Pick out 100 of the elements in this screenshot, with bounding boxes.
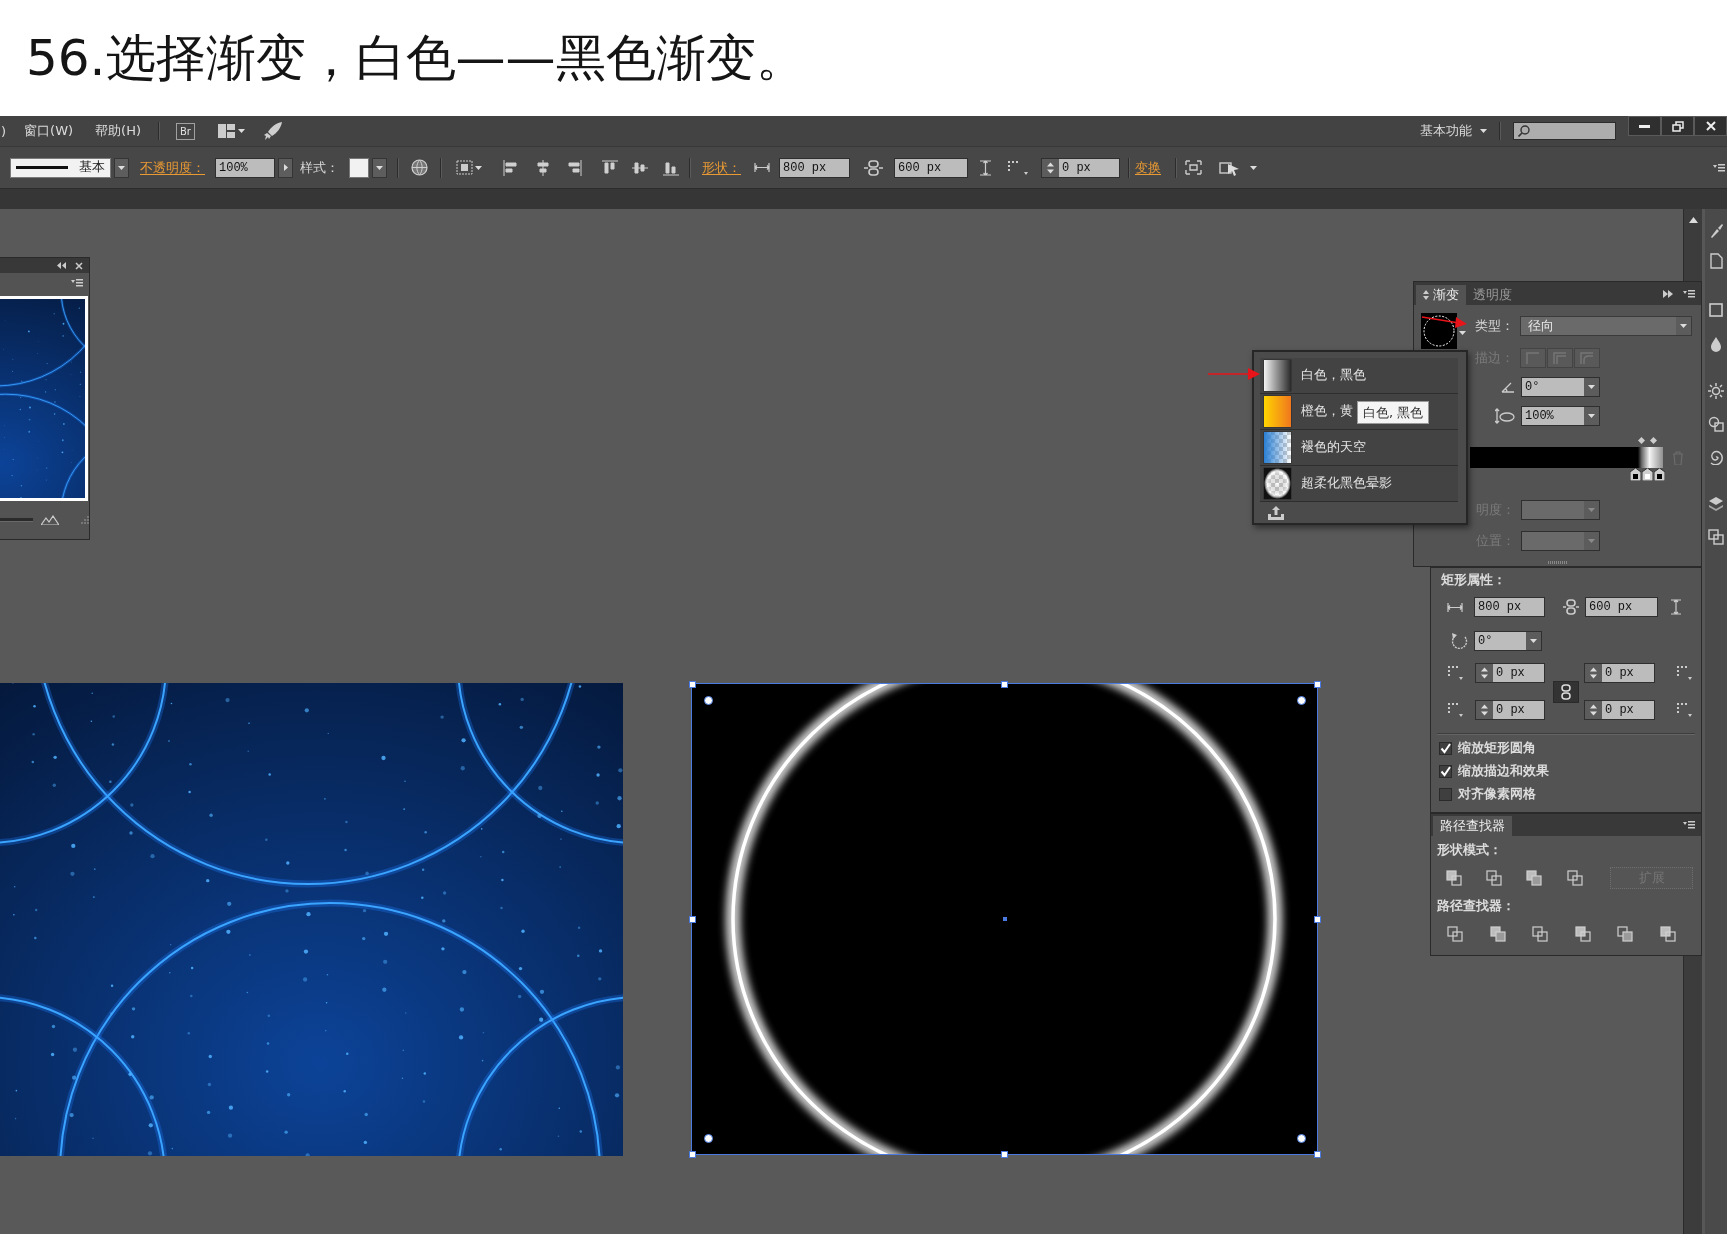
angle-field[interactable]: 0° (1521, 377, 1600, 397)
link-icon[interactable] (1563, 599, 1579, 615)
opacity-link[interactable]: 不透明度： (140, 158, 205, 177)
align-bottom-icon[interactable] (663, 159, 679, 176)
menu-item[interactable]: 帮助(H) (95, 122, 141, 140)
selection-handle[interactable] (1313, 915, 1321, 923)
link-icon[interactable] (864, 159, 883, 176)
align-grid-icon[interactable] (456, 160, 473, 175)
spiral-icon[interactable] (1708, 449, 1724, 465)
transform-link[interactable]: 变换 (1135, 158, 1161, 177)
aspect-ratio-field[interactable]: 100% (1521, 406, 1600, 426)
caret-icon[interactable] (1459, 331, 1466, 335)
spinner-icon[interactable] (1476, 701, 1493, 719)
tray-arrow-icon[interactable] (1268, 505, 1284, 520)
artboards-icon[interactable] (1708, 529, 1724, 545)
overlapping-squares-icon[interactable] (1447, 926, 1463, 942)
height-field[interactable]: 600 px (1585, 597, 1658, 617)
opacity-field[interactable]: 100% (215, 157, 275, 178)
restore-button[interactable] (1661, 116, 1694, 136)
corner-radius-field[interactable]: 0 px (1041, 157, 1120, 178)
panel-tab[interactable]: 透明度 (1466, 285, 1519, 305)
selected-ring-artwork[interactable] (688, 680, 1321, 1158)
gradient-preset-item[interactable]: 褪色的天空 (1260, 430, 1458, 466)
globe-icon[interactable] (411, 159, 428, 176)
overlapping-squares-icon[interactable] (1660, 926, 1676, 942)
overlapping-squares-icon[interactable] (1446, 870, 1462, 886)
selection-handle[interactable] (1001, 680, 1008, 688)
corner-radius-field[interactable]: 0 px (1475, 700, 1545, 720)
height-field[interactable]: 600 px (894, 157, 968, 178)
link-button[interactable] (1553, 680, 1579, 703)
up-arrow-icon[interactable] (1688, 217, 1698, 223)
spinner-icon[interactable] (1042, 158, 1059, 177)
corner-widget-icon[interactable] (1296, 1133, 1306, 1143)
brush-icon[interactable] (1708, 223, 1724, 239)
panel-menu-icon[interactable] (1683, 289, 1695, 298)
stroke-style-dropdown[interactable]: 基本 (10, 157, 111, 178)
menu-item[interactable]: ) (1, 123, 7, 139)
rotation-field[interactable]: 0° (1474, 631, 1542, 651)
gradient-thumbnail[interactable] (1421, 313, 1457, 349)
checkbox[interactable] (1439, 741, 1452, 755)
selection-handle[interactable] (1313, 1150, 1321, 1158)
overlapping-squares-icon[interactable] (1490, 926, 1506, 942)
corner-radius-field[interactable]: 0 px (1584, 700, 1655, 720)
corner-radius-field[interactable]: 0 px (1475, 663, 1545, 683)
panel-tab[interactable]: 渐变 (1416, 285, 1466, 305)
rocket-icon[interactable] (264, 122, 283, 140)
overlapping-squares-icon[interactable] (1486, 870, 1502, 886)
selection-handle[interactable] (1313, 680, 1321, 688)
width-field[interactable]: 800 px (779, 157, 850, 178)
arrow-button[interactable] (278, 157, 293, 178)
overlapping-squares-icon[interactable] (1532, 926, 1548, 942)
dropdown-button[interactable] (114, 157, 129, 178)
gradient-stop-icon[interactable] (1630, 468, 1641, 481)
caret-icon[interactable] (475, 165, 482, 170)
frame-corners-icon[interactable] (1185, 160, 1202, 175)
align-middle-icon[interactable] (632, 159, 648, 176)
shapes-icon[interactable] (1708, 416, 1724, 432)
overlapping-squares-icon[interactable] (1567, 870, 1583, 886)
selection-handle[interactable] (1001, 1150, 1008, 1158)
style-swatch-icon[interactable] (349, 157, 369, 178)
gradient-stop-icon[interactable] (1642, 468, 1653, 481)
checkbox[interactable] (1439, 764, 1452, 778)
drop-icon[interactable] (1708, 336, 1724, 352)
menu-item[interactable]: 窗口(W) (24, 122, 74, 140)
zoom-slider-track[interactable] (0, 518, 33, 522)
align-left-icon[interactable] (503, 159, 519, 176)
caret-icon[interactable] (238, 129, 245, 133)
br-button[interactable]: Br (176, 122, 195, 140)
gradient-type-select[interactable]: 径向 (1520, 316, 1692, 336)
double-right-arrow-icon[interactable] (1663, 289, 1673, 298)
caret-icon[interactable] (1480, 129, 1487, 133)
gradient-preset-item[interactable]: 白色，黑色 (1260, 358, 1458, 394)
caret-icon[interactable] (1250, 165, 1257, 170)
double-left-arrow-icon[interactable] (57, 262, 66, 269)
overlapping-squares-icon[interactable] (1617, 926, 1633, 942)
square-icon[interactable] (1708, 302, 1724, 318)
minimize-button[interactable] (1628, 116, 1661, 136)
mountain-icon[interactable] (41, 515, 59, 525)
panel-menu-icon[interactable] (71, 278, 83, 287)
search-field[interactable] (1513, 122, 1616, 140)
panel-menu-icon[interactable] (1713, 163, 1725, 172)
overlapping-squares-icon[interactable] (1575, 926, 1591, 942)
corner-widget-icon[interactable] (1296, 696, 1306, 705)
shape-link[interactable]: 形状： (702, 158, 741, 177)
panel-tab[interactable]: 路径查找器 (1433, 816, 1512, 836)
width-field[interactable]: 800 px (1474, 597, 1545, 617)
panel-menu-icon[interactable] (1683, 821, 1695, 829)
layers-icon[interactable] (1708, 496, 1724, 512)
selection-handle[interactable] (688, 915, 696, 923)
overlapping-squares-icon[interactable] (1526, 870, 1542, 886)
sun-icon[interactable] (1708, 383, 1724, 399)
selection-handle[interactable] (688, 1150, 696, 1158)
gradient-stop-icon[interactable] (1654, 468, 1665, 481)
align-right-icon[interactable] (566, 159, 582, 176)
close-button[interactable] (1694, 116, 1727, 136)
corner-widget-icon[interactable] (704, 696, 713, 705)
spinner-icon[interactable] (1476, 664, 1493, 682)
align-top-icon[interactable] (602, 159, 618, 176)
workspace-switcher[interactable]: 基本功能 (1420, 122, 1487, 140)
gradient-preset-item[interactable]: 超柔化黑色晕影 (1260, 466, 1458, 502)
